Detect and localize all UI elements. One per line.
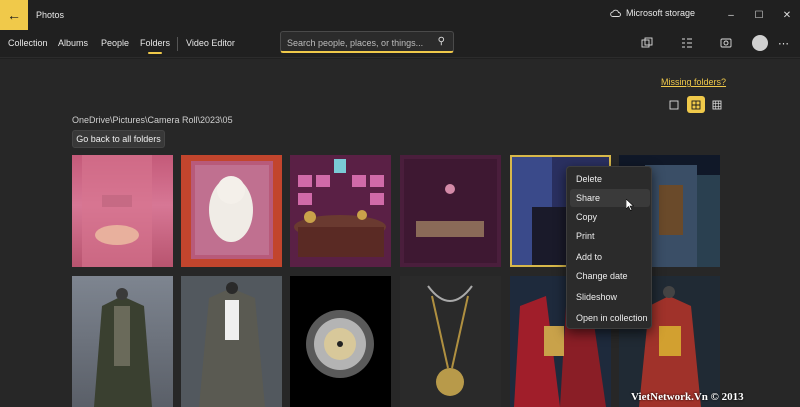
- menu-item-copy[interactable]: Copy: [576, 212, 597, 222]
- tab-people[interactable]: People: [101, 38, 129, 48]
- menu-item-change-date[interactable]: Change date: [576, 271, 628, 281]
- medium-grid-button[interactable]: [687, 96, 705, 113]
- search-input[interactable]: [287, 36, 432, 49]
- go-back-button[interactable]: Go back to all folders: [72, 130, 165, 148]
- menu-item-share[interactable]: Share: [576, 193, 600, 203]
- search-box[interactable]: ⚲: [280, 31, 454, 53]
- minimize-icon: –: [728, 9, 734, 21]
- menu-item-delete[interactable]: Delete: [576, 174, 602, 184]
- more-icon: ⋯: [778, 37, 790, 50]
- small-grid-button[interactable]: [708, 96, 726, 113]
- photo-thumbnail[interactable]: [290, 155, 391, 267]
- tab-collection[interactable]: Collection: [8, 38, 48, 48]
- search-icon[interactable]: ⚲: [438, 36, 445, 47]
- photo-thumbnail[interactable]: [400, 276, 501, 407]
- storage-label: Microsoft storage: [626, 8, 696, 18]
- photo-thumbnail[interactable]: [400, 155, 501, 267]
- single-view-icon: [669, 100, 679, 109]
- close-button[interactable]: ✕: [772, 0, 800, 30]
- maximize-button[interactable]: ☐: [744, 0, 774, 30]
- menu-item-slideshow[interactable]: Slideshow: [576, 292, 617, 302]
- mouse-cursor-icon: [626, 199, 634, 211]
- more-button[interactable]: ⋯: [777, 36, 791, 50]
- medium-grid-icon: [691, 100, 701, 109]
- menu-item-print[interactable]: Print: [576, 231, 595, 241]
- back-button[interactable]: ←: [0, 0, 28, 30]
- missing-folders-link[interactable]: Missing folders?: [661, 77, 726, 87]
- photo-thumbnail[interactable]: [181, 155, 282, 267]
- photo-thumbnail[interactable]: [290, 276, 391, 407]
- maximize-icon: ☐: [754, 9, 764, 21]
- import-button[interactable]: [640, 36, 654, 50]
- folder-path: OneDrive\Pictures\Camera Roll\2023\05: [72, 115, 233, 125]
- edit-icon: [720, 38, 732, 48]
- select-button[interactable]: [680, 36, 694, 50]
- photo-thumbnail[interactable]: [72, 276, 173, 407]
- app-title: Photos: [36, 10, 65, 20]
- edit-button[interactable]: [719, 36, 733, 50]
- minimize-button[interactable]: –: [716, 0, 746, 30]
- cloud-icon: [610, 9, 621, 17]
- back-arrow-icon: ←: [7, 7, 21, 23]
- avatar[interactable]: [752, 35, 768, 51]
- tab-video-editor[interactable]: Video Editor: [186, 38, 235, 48]
- single-view-button[interactable]: [665, 96, 683, 113]
- select-icon: [682, 38, 692, 48]
- tab-albums[interactable]: Albums: [58, 38, 88, 48]
- import-icon: [641, 37, 653, 48]
- menu-item-open-in-collection[interactable]: Open in collection: [576, 313, 648, 323]
- close-icon: ✕: [782, 9, 792, 21]
- photo-thumbnail[interactable]: [181, 276, 282, 407]
- nav-divider: [177, 37, 178, 51]
- storage-status[interactable]: Microsoft storage: [610, 8, 695, 18]
- menu-item-add-to[interactable]: Add to: [576, 252, 602, 262]
- context-menu: Delete Share Copy Print Add to Change da…: [566, 166, 652, 329]
- small-grid-icon: [712, 100, 722, 109]
- watermark: VietNetwork.Vn © 2013: [631, 391, 744, 403]
- tab-folders[interactable]: Folders: [140, 38, 170, 54]
- photo-thumbnail[interactable]: [72, 155, 173, 267]
